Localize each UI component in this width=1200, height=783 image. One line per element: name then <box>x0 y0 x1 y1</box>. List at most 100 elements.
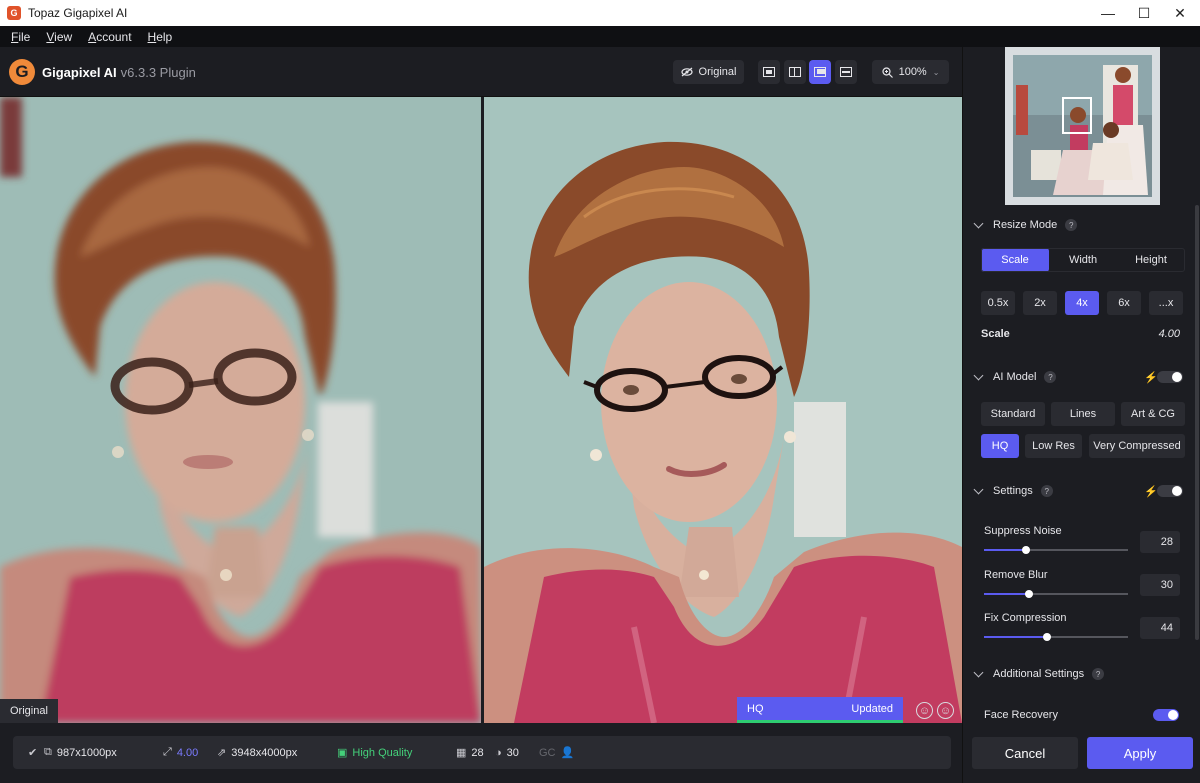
single-view-icon <box>763 67 775 77</box>
ai-model-header[interactable]: AI Model ? <box>973 370 1057 383</box>
noise-grid-icon: ▦ <box>456 747 467 759</box>
brand-name: Gigapixel AI <box>42 65 117 80</box>
zoom-dropdown[interactable]: 100% ⌄ <box>872 60 949 84</box>
model-art-cg-button[interactable]: Art & CG <box>1121 402 1185 426</box>
scale-4x-button[interactable]: 4x <box>1065 291 1099 315</box>
chevron-down-icon <box>973 370 984 380</box>
output-size: ⇗ 3948x4000px <box>217 736 297 769</box>
show-original-label: Original <box>698 66 737 78</box>
split-view-icon <box>789 67 801 77</box>
navigator-photo <box>1013 55 1152 197</box>
suppress-noise-input[interactable]: 28 <box>1140 531 1180 553</box>
remove-blur-input[interactable]: 30 <box>1140 574 1180 596</box>
scale-custom-button[interactable]: ...x <box>1149 291 1183 315</box>
fix-compression-input[interactable]: 44 <box>1140 617 1180 639</box>
gc-indicator: GC 👤 <box>539 736 574 769</box>
face-smile-icon[interactable]: ☺ <box>916 702 933 719</box>
model-lines-button[interactable]: Lines <box>1051 402 1115 426</box>
menu-help[interactable]: Help <box>148 30 173 44</box>
suppress-noise-fill <box>984 549 1026 551</box>
expand-arrows-icon: ⤢ <box>163 746 172 758</box>
mode-scale-button[interactable]: Scale <box>981 248 1049 272</box>
close-button[interactable]: ✕ <box>1157 0 1200 26</box>
chevron-down-icon <box>973 218 984 228</box>
model-standard-button[interactable]: Standard <box>981 402 1045 426</box>
fix-compression-label: Fix Compression <box>984 612 1067 624</box>
brand-version: v6.3.3 Plugin <box>120 65 196 80</box>
model-status-text: Updated <box>851 702 893 715</box>
additional-settings-header[interactable]: Additional Settings ? <box>973 667 1105 680</box>
settings-title: Settings <box>993 485 1033 497</box>
noise-indicator-value: 28 <box>471 746 484 759</box>
help-icon[interactable]: ? <box>1040 485 1053 497</box>
output-size-value: 3948x4000px <box>231 746 298 759</box>
gigapixel-logo-icon: G <box>9 59 35 85</box>
suppress-noise-knob[interactable] <box>1021 546 1030 554</box>
show-original-button[interactable]: Original <box>673 60 744 84</box>
blur-indicator-value: 30 <box>506 746 519 759</box>
chevron-down-icon: ⌄ <box>932 67 940 77</box>
mode-width-button[interactable]: Width <box>1049 248 1117 272</box>
chevron-down-icon <box>973 484 984 494</box>
side-by-side-view-button[interactable] <box>809 60 831 84</box>
fix-compression-slider[interactable] <box>984 633 1128 641</box>
quality-indicator: ▣ High Quality <box>337 736 412 769</box>
model-very-compressed-button[interactable]: Very Compressed <box>1089 434 1185 458</box>
blur-icon: ◑ <box>495 746 502 759</box>
panel-scrollbar[interactable] <box>1195 205 1199 640</box>
chevron-down-icon <box>973 667 984 677</box>
window-title: Topaz Gigapixel AI <box>28 6 128 20</box>
remove-blur-fill <box>984 593 1029 595</box>
app-brand: Gigapixel AI v6.3.3 Plugin <box>42 65 196 80</box>
fix-compression-fill <box>984 636 1048 638</box>
help-icon[interactable]: ? <box>1044 371 1057 383</box>
help-icon[interactable]: ? <box>1065 219 1078 231</box>
preview-image-pane[interactable]: HQ Updated ☺ ☺ <box>484 97 962 723</box>
scale-6x-button[interactable]: 6x <box>1107 291 1141 315</box>
scale-2x-button[interactable]: 2x <box>1023 291 1057 315</box>
remove-blur-knob[interactable] <box>1024 590 1033 598</box>
navigator-thumbnail[interactable] <box>1005 47 1160 205</box>
comparison-grid-view-button[interactable] <box>835 60 857 84</box>
menu-view[interactable]: View <box>46 30 72 44</box>
resize-mode-title: Resize Mode <box>993 219 1058 231</box>
face-compare-controls: ☺ ☺ <box>916 702 954 719</box>
eye-slash-icon <box>680 67 693 77</box>
model-hq-button[interactable]: HQ <box>981 434 1019 458</box>
face-neutral-icon[interactable]: ☺ <box>937 702 954 719</box>
cancel-button[interactable]: Cancel <box>972 737 1078 769</box>
original-image-pane[interactable]: Original <box>0 97 481 723</box>
source-size-value: 987x1000px <box>56 746 117 759</box>
blur-indicator: ◑ 30 <box>495 736 519 769</box>
scale-0-5x-button[interactable]: 0.5x <box>981 291 1015 315</box>
menu-account[interactable]: Account <box>88 30 131 44</box>
model-low-res-button[interactable]: Low Res <box>1025 434 1082 458</box>
single-view-button[interactable] <box>758 60 780 84</box>
face-recovery-toggle[interactable] <box>1153 709 1179 721</box>
output-size-icon: ⇗ <box>217 747 227 759</box>
menu-file[interactable]: File <box>11 30 30 44</box>
suppress-noise-slider[interactable] <box>984 546 1128 554</box>
side-by-side-view-icon <box>814 67 826 77</box>
remove-blur-slider[interactable] <box>984 590 1128 598</box>
resize-mode-header[interactable]: Resize Mode ? <box>973 218 1078 231</box>
additional-settings-title: Additional Settings <box>993 668 1085 680</box>
ai-model-auto-toggle[interactable] <box>1157 371 1183 383</box>
menu-bar: File View Account Help <box>0 26 1200 47</box>
mode-height-button[interactable]: Height <box>1117 248 1185 272</box>
settings-panel: Resize Mode ? Scale Width Height 0.5x 2x… <box>962 47 1200 783</box>
scale-value[interactable]: 4.00 <box>1150 328 1180 340</box>
settings-header[interactable]: Settings ? <box>973 484 1053 497</box>
face-recovery-label: Face Recovery <box>984 709 1058 721</box>
suppress-noise-label: Suppress Noise <box>984 525 1062 537</box>
apply-button[interactable]: Apply <box>1087 737 1193 769</box>
scale-indicator: ⤢ 4.00 <box>163 736 198 769</box>
help-icon[interactable]: ? <box>1092 668 1105 680</box>
source-size: ⧉ 987x1000px <box>44 736 117 769</box>
fix-compression-knob[interactable] <box>1043 633 1052 641</box>
split-view-button[interactable] <box>784 60 806 84</box>
noise-indicator: ▦ 28 <box>456 736 484 769</box>
settings-auto-toggle[interactable] <box>1157 485 1183 497</box>
checkbox-checked-icon[interactable]: ✔ <box>28 736 37 769</box>
scale-indicator-value: 4.00 <box>176 746 199 759</box>
